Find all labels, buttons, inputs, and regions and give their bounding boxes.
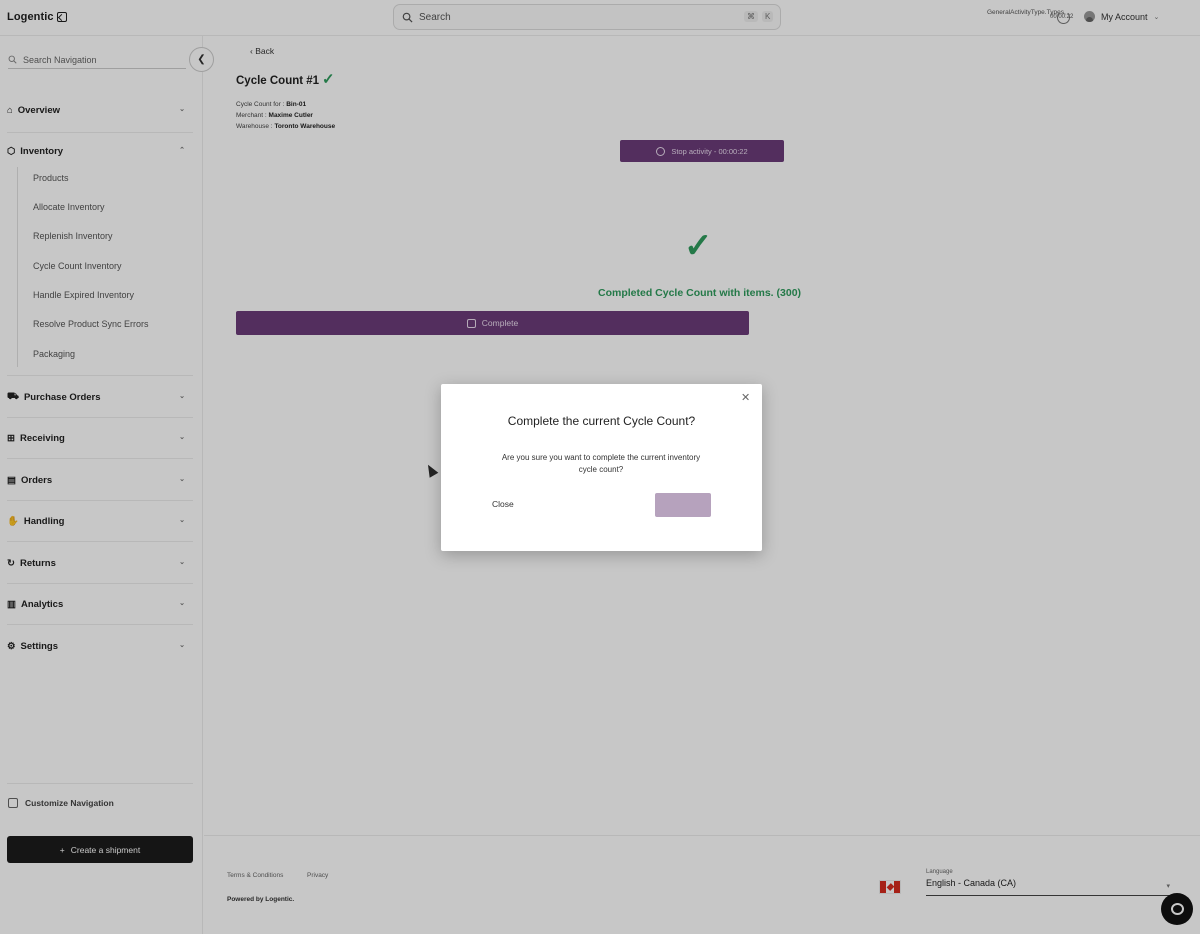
close-icon[interactable]: ✕: [741, 391, 750, 404]
dialog-confirm-button[interactable]: [655, 493, 711, 517]
dialog-title: Complete the current Cycle Count?: [507, 414, 696, 428]
confirm-complete-dialog: ✕ Complete the current Cycle Count? Are …: [441, 384, 762, 551]
dialog-close-button[interactable]: Close: [492, 499, 514, 509]
dialog-message: Are you sure you want to complete the cu…: [501, 453, 701, 474]
